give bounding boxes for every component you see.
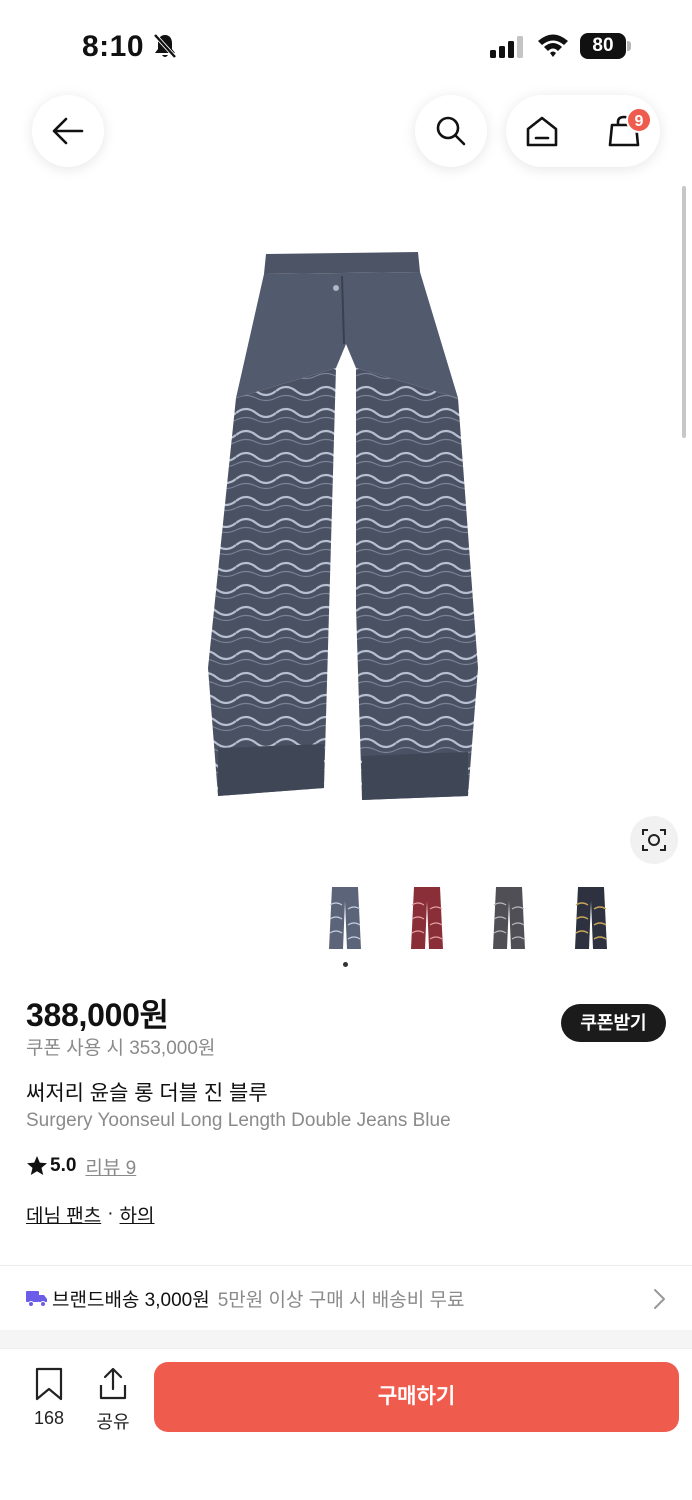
product-title-korean: 써저리 윤슬 롱 더블 진 블루 (26, 1082, 268, 1105)
jeans-thumbnail (493, 887, 525, 949)
search-button[interactable] (415, 95, 487, 167)
scroll-indicator (682, 186, 686, 438)
share-icon (99, 1367, 127, 1400)
cart-button[interactable] (588, 95, 660, 167)
free-shipping-note: 5만원 이상 구매 시 배송비 무료 (217, 1289, 465, 1311)
thumbnail-red[interactable] (387, 878, 467, 958)
active-thumbnail-indicator (343, 962, 348, 967)
product-image[interactable] (196, 248, 496, 808)
rating-value: 5.0 (50, 1155, 77, 1176)
bookmark-button[interactable]: 168 (22, 1367, 76, 1435)
battery-level: 80 (580, 33, 626, 59)
chevron-right-icon (654, 1289, 665, 1309)
status-bar: 8:10 80 (0, 0, 692, 92)
bookmark-icon (35, 1367, 63, 1401)
truck-icon (26, 1291, 47, 1307)
thumbnail-grey[interactable] (469, 878, 549, 958)
camera-lens-icon (642, 829, 666, 851)
coupon-download-button[interactable]: 쿠폰받기 (561, 1004, 666, 1042)
battery-cap (627, 41, 631, 51)
section-spacer (0, 1330, 692, 1348)
star-icon (27, 1156, 47, 1175)
buy-button[interactable]: 구매하기 (154, 1362, 679, 1432)
color-thumbnails (305, 878, 635, 958)
status-time: 8:10 (82, 30, 145, 63)
category-link-denim-pants[interactable]: 데님 팬츠 (26, 1201, 101, 1228)
thumbnail-blue[interactable] (305, 878, 385, 958)
home-button[interactable] (506, 95, 578, 167)
product-title-english: Surgery Yoonseul Long Length Double Jean… (26, 1110, 451, 1131)
cart-count-badge: 9 (626, 107, 652, 133)
category-link-bottoms[interactable]: 하의 (120, 1201, 155, 1228)
arrow-left-icon (52, 117, 84, 145)
wifi-icon (538, 34, 568, 57)
bookmark-count: 168 (33, 1408, 65, 1428)
rating-row: 5.0 리뷰 9 (26, 1152, 136, 1180)
home-icon (526, 116, 558, 147)
back-button[interactable] (32, 95, 104, 167)
share-label: 공유 (96, 1412, 130, 1432)
category-breadcrumb: 데님 팬츠 · 하의 (26, 1200, 155, 1228)
home-cart-group: 9 (506, 95, 660, 167)
jeans-thumbnail (575, 887, 607, 949)
shipping-fee: 브랜드배송 3,000원 (52, 1289, 210, 1311)
visual-search-button[interactable] (630, 816, 678, 864)
review-link[interactable]: 리뷰 9 (85, 1153, 136, 1180)
category-separator: · (107, 1203, 114, 1224)
share-button[interactable]: 공유 (88, 1367, 138, 1435)
bottom-action-bar: 168 공유 구매하기 (0, 1348, 692, 1500)
thumbnail-black-yellow[interactable] (551, 878, 631, 958)
jeans-thumbnail (329, 887, 361, 949)
coupon-price: 쿠폰 사용 시 353,000원 (26, 1038, 216, 1059)
battery-indicator: 80 (580, 33, 632, 59)
shipping-info-row[interactable]: 브랜드배송 3,000원 5만원 이상 구매 시 배송비 무료 (0, 1266, 692, 1330)
cellular-signal-icon (490, 36, 523, 58)
bell-muted-icon (153, 33, 177, 59)
search-icon (436, 116, 466, 146)
product-price: 388,000원 (26, 997, 169, 1033)
jeans-thumbnail (411, 887, 443, 949)
